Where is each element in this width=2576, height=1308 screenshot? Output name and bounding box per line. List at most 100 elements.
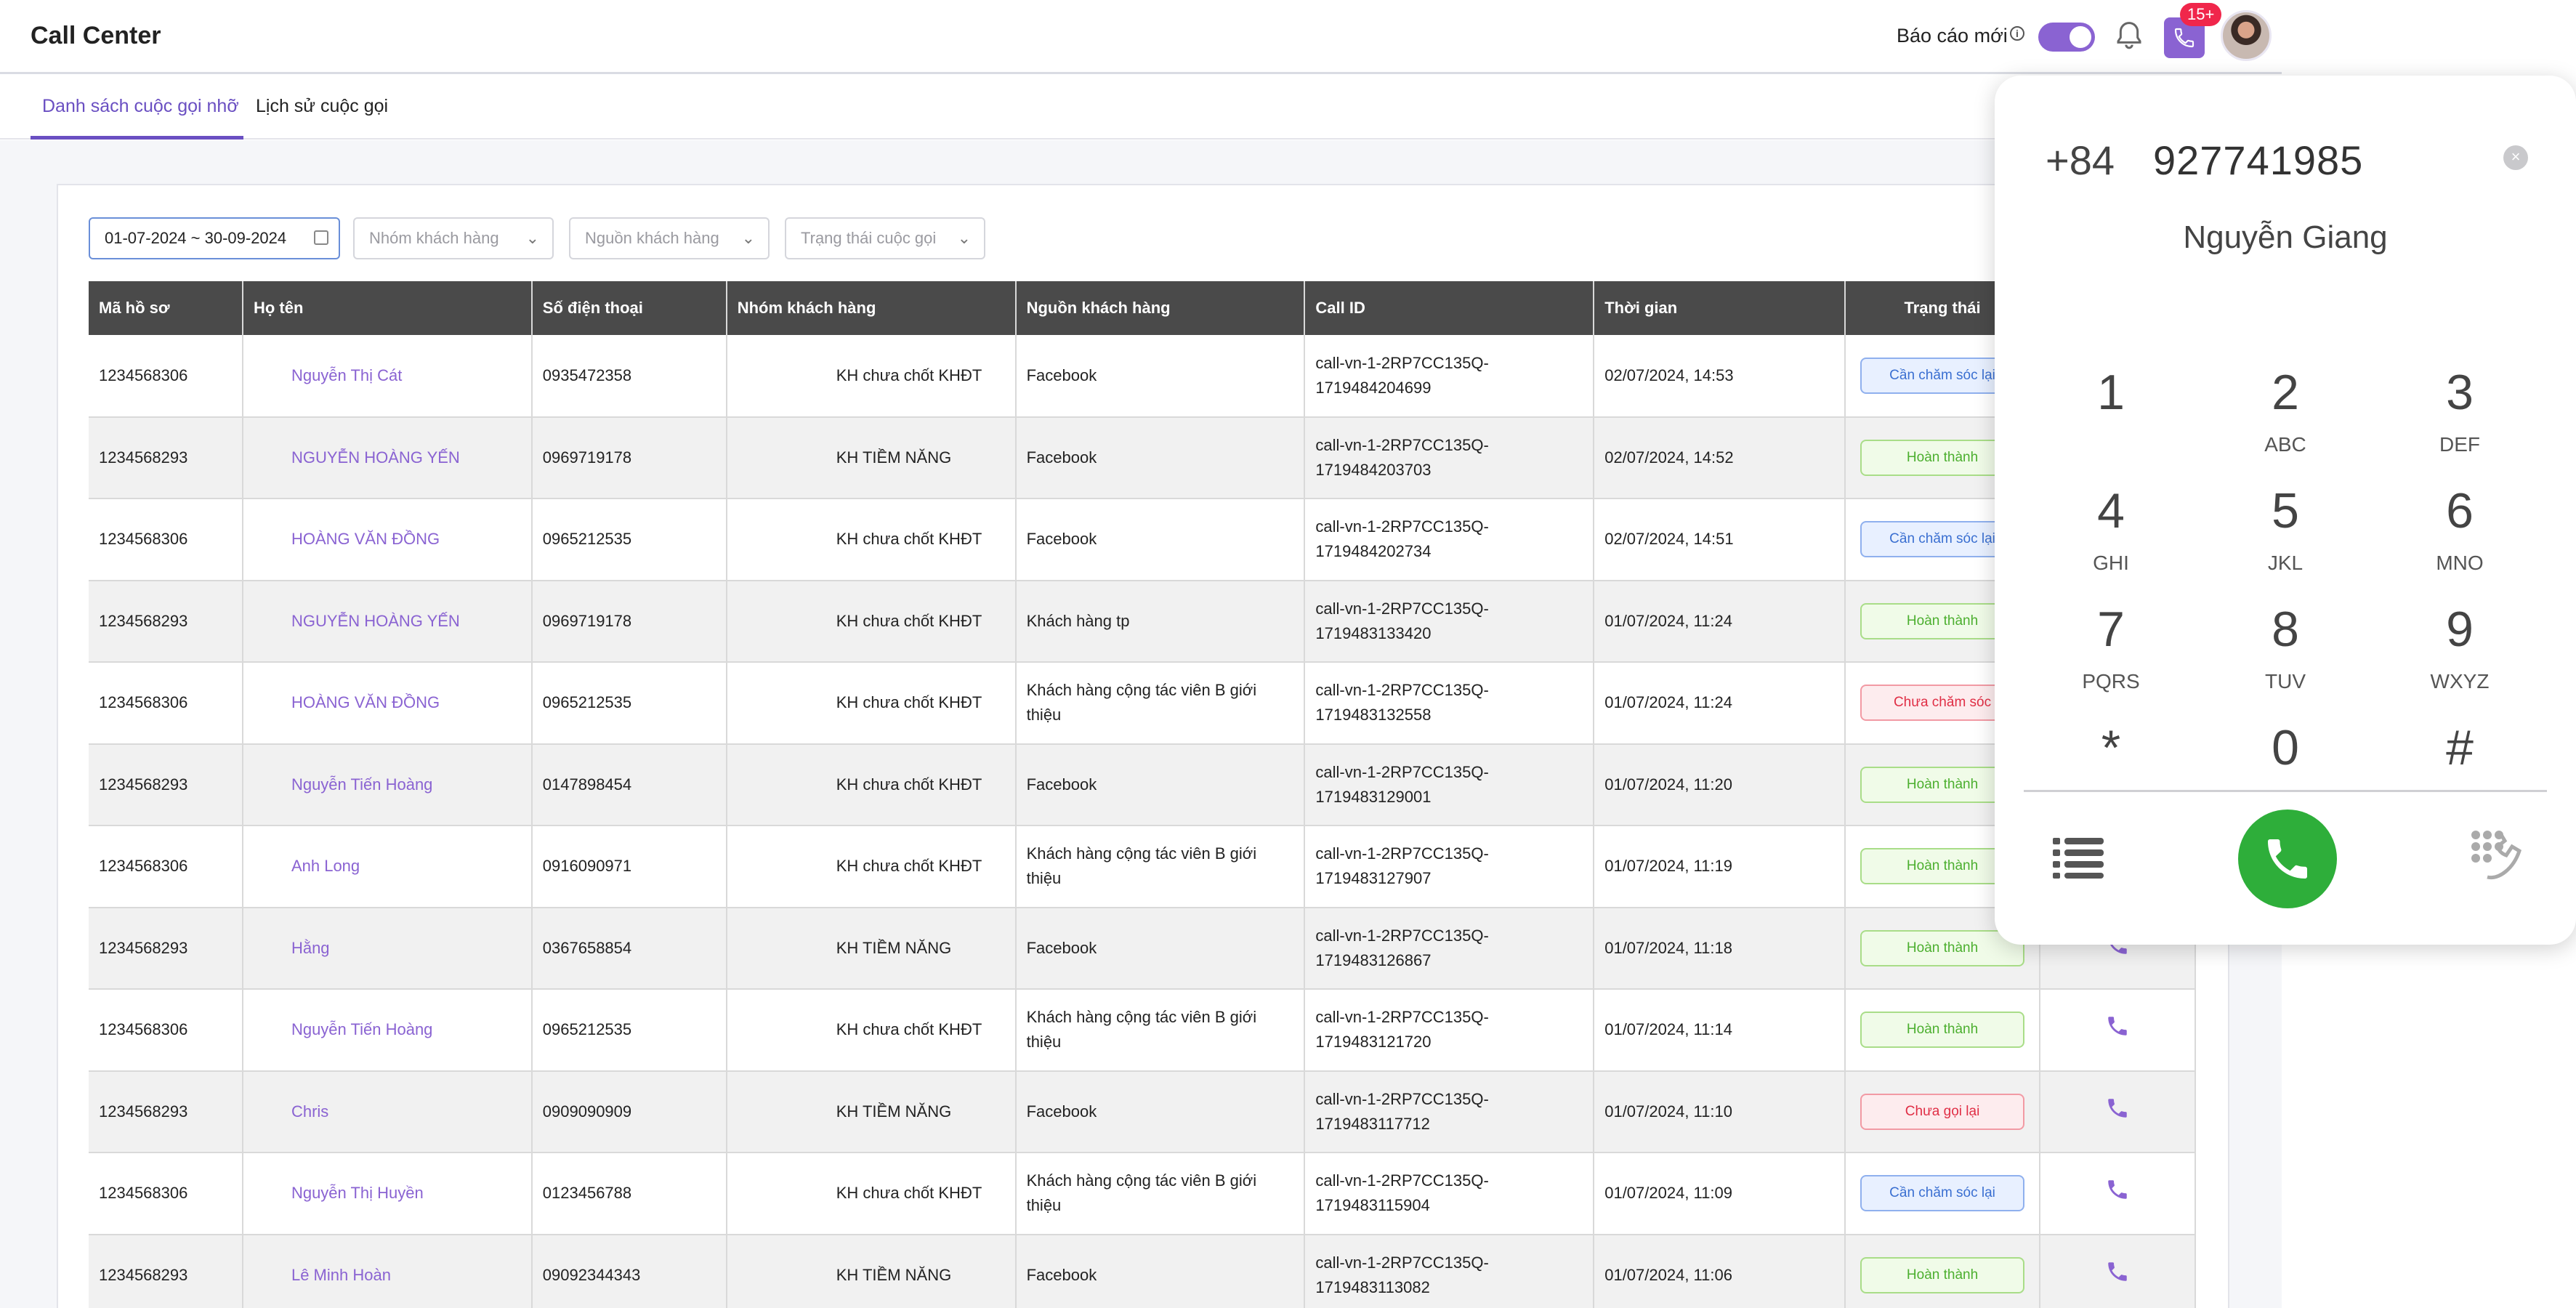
cell-status: Hoàn thành (1845, 989, 2041, 1072)
cell-source: Facebook (1015, 335, 1306, 418)
customer-name-link[interactable]: Nguyễn Thị Cát (242, 335, 533, 418)
customer-name-link[interactable]: Nguyễn Thị Huyền (242, 1152, 533, 1235)
customer-name-link[interactable]: Anh Long (242, 825, 533, 908)
keypad-key-star[interactable]: * (2046, 719, 2176, 788)
report-toggle[interactable] (2038, 23, 2095, 52)
table-row[interactable]: 1234568306 HOÀNG VĂN ĐỒNG 0965212535 KH chư… (89, 662, 2196, 745)
cell-code: 1234568306 (89, 1152, 243, 1235)
keypad-key-1[interactable]: 1 (2046, 363, 2176, 433)
report-label: Báo cáo mới (1897, 25, 2008, 47)
cell-time: 01/07/2024, 11:19 (1594, 825, 1846, 908)
chevron-down-icon: ⌄ (525, 229, 539, 247)
customer-group-select[interactable]: Nhóm khách hàng ⌄ (353, 217, 554, 259)
cell-group: KH chưa chốt KHĐT (726, 662, 1017, 745)
call-back-button[interactable] (2040, 1070, 2196, 1153)
key-letters: MNO (2436, 552, 2484, 574)
keypad-key-7[interactable]: 7 PQRS (2046, 600, 2176, 693)
customer-name-link[interactable]: Lê Minh Hoàn (242, 1234, 533, 1308)
customer-name-link[interactable]: Nguyễn Tiến Hoàng (242, 989, 533, 1072)
key-letters: ABC (2264, 433, 2306, 456)
customer-name-link[interactable]: NGUYỄN HOÀNG YẾN (242, 416, 533, 499)
call-back-button[interactable] (2040, 989, 2196, 1072)
table-row[interactable]: 1234568306 Nguyễn Tiến Hoàng 0965212535 KH … (89, 989, 2196, 1072)
call-status-select[interactable]: Trạng thái cuộc gọi ⌄ (785, 217, 985, 259)
keypad-key-hash[interactable]: # (2394, 719, 2525, 788)
divider (2024, 790, 2547, 792)
customer-name-link[interactable]: Hằng (242, 907, 533, 990)
avatar[interactable] (2221, 10, 2272, 61)
cell-group: KH chưa chốt KHĐT (726, 335, 1017, 418)
cell-group: KH TIỀM NĂNG (726, 1070, 1017, 1153)
customer-name-link[interactable]: HOÀNG VĂN ĐỒNG (242, 662, 533, 745)
chevron-down-icon: ⌄ (957, 229, 971, 247)
table-row[interactable]: 1234568293 NGUYỄN HOÀNG YẾN 0969719178 KH c… (89, 580, 2196, 663)
keypad-icon[interactable] (2467, 828, 2525, 889)
customer-name-link[interactable]: Nguyễn Tiến Hoàng (242, 743, 533, 826)
keypad-key-3[interactable]: 3 DEF (2394, 363, 2525, 456)
call-id-line-2: 1719483127907 (1315, 869, 1432, 888)
keypad-key-5[interactable]: 5 JKL (2220, 482, 2351, 575)
dial-number-input[interactable]: 927741985 (2153, 137, 2363, 184)
tab-missed-calls[interactable]: Danh sách cuộc gọi nhỡ (31, 96, 243, 140)
table-row[interactable]: 1234568306 Anh Long 0916090971 KH chưa chốt… (89, 825, 2196, 908)
key-digit: 4 (2097, 483, 2125, 538)
key-digit: * (2101, 720, 2121, 775)
customer-name-link[interactable]: HOÀNG VĂN ĐỒNG (242, 498, 533, 581)
keypad-key-6[interactable]: 6 MNO (2394, 482, 2525, 575)
call-back-button[interactable] (2040, 1234, 2196, 1308)
phone-icon (2174, 28, 2195, 48)
keypad-key-8[interactable]: 8 TUV (2220, 600, 2351, 693)
cell-source: Facebook (1015, 1234, 1306, 1308)
country-code[interactable]: +84 (2046, 137, 2115, 184)
tab-call-history[interactable]: Lịch sử cuộc gọi (256, 96, 388, 140)
cell-status: Chưa gọi lại (1845, 1070, 2041, 1153)
cell-time: 01/07/2024, 11:24 (1594, 662, 1846, 745)
cell-group: KH chưa chốt KHĐT (726, 580, 1017, 663)
cell-time: 02/07/2024, 14:53 (1594, 335, 1846, 418)
table-row[interactable]: 1234568293 NGUYỄN HOÀNG YẾN 0969719178 KH T… (89, 416, 2196, 499)
key-digit: # (2446, 720, 2474, 775)
table-row[interactable]: 1234568306 HOÀNG VĂN ĐỒNG 0965212535 KH chư… (89, 498, 2196, 581)
key-digit: 8 (2272, 602, 2299, 657)
call-status-placeholder: Trạng thái cuộc gọi (801, 229, 937, 247)
customer-name-link[interactable]: NGUYỄN HOÀNG YẾN (242, 580, 533, 663)
call-id-line-1: call-vn-1-2RP7CC135Q- (1315, 762, 1489, 781)
cell-source: Khách hàng cộng tác viên B giới thiệu (1015, 989, 1306, 1072)
table-row[interactable]: 1234568293 Hằng 0367658854 KH TIỀM NĂNG Face… (89, 907, 2196, 990)
cell-phone: 0916090971 (531, 825, 727, 908)
bell-icon[interactable] (2115, 20, 2144, 52)
info-icon[interactable]: i (2010, 26, 2024, 41)
keypad-key-0[interactable]: 0 (2220, 719, 2351, 788)
table-row[interactable]: 1234568306 Nguyễn Thị Cát 0935472358 KH chư… (89, 335, 2196, 418)
table-row[interactable]: 1234568293 Chris 0909090909 KH TIỀM NĂNG Fac… (89, 1070, 2196, 1153)
call-back-button[interactable] (2040, 1152, 2196, 1235)
keypad-key-2[interactable]: 2 ABC (2220, 363, 2351, 456)
call-button[interactable] (2238, 810, 2337, 908)
call-id-line-2: 1719483121720 (1315, 1033, 1432, 1051)
cell-source: Khách hàng cộng tác viên B giới thiệu (1015, 662, 1306, 745)
cell-call-id: call-vn-1-2RP7CC135Q- 1719484203703 (1304, 416, 1595, 499)
date-range-value: 01-07-2024 ~ 30-09-2024 (105, 229, 287, 247)
call-id-line-2: 1719483133420 (1315, 623, 1432, 642)
tab-bar: Danh sách cuộc gọi nhỡ Lịch sử cuộc gọi (0, 74, 2282, 140)
cell-call-id: call-vn-1-2RP7CC135Q- 1719484204699 (1304, 335, 1595, 418)
table-row[interactable]: 1234568293 Nguyễn Tiến Hoàng 0147898454 KH … (89, 743, 2196, 826)
table-body: 1234568306 Nguyễn Thị Cát 0935472358 KH chư… (89, 335, 2196, 1308)
key-letters: PQRS (2082, 670, 2140, 693)
cell-phone: 0935472358 (531, 335, 727, 418)
customer-source-select[interactable]: Nguồn khách hàng ⌄ (569, 217, 770, 259)
cell-phone: 0965212535 (531, 989, 727, 1072)
customer-name-link[interactable]: Chris (242, 1070, 533, 1153)
keypad-key-4[interactable]: 4 GHI (2046, 482, 2176, 575)
dialer-panel: +84 927741985 × Nguyễn Giang 1 2 ABC 3 DEF 4 G… (1995, 76, 2576, 945)
keypad-key-9[interactable]: 9 WXYZ (2394, 600, 2525, 693)
list-icon[interactable] (2053, 835, 2105, 882)
table-row[interactable]: 1234568293 Lê Minh Hoàn 09092344343 KH TIỀM… (89, 1234, 2196, 1308)
cell-source: Khách hàng cộng tác viên B giới thiệu (1015, 825, 1306, 908)
cell-phone: 0909090909 (531, 1070, 727, 1153)
clear-icon[interactable]: × (2503, 145, 2528, 170)
call-id-line-1: call-vn-1-2RP7CC135Q- (1315, 435, 1489, 454)
table-row[interactable]: 1234568306 Nguyễn Thị Huyền 0123456788 KH c… (89, 1152, 2196, 1235)
cell-group: KH TIỀM NĂNG (726, 907, 1017, 990)
date-range-picker[interactable]: 01-07-2024 ~ 30-09-2024 (89, 217, 340, 259)
